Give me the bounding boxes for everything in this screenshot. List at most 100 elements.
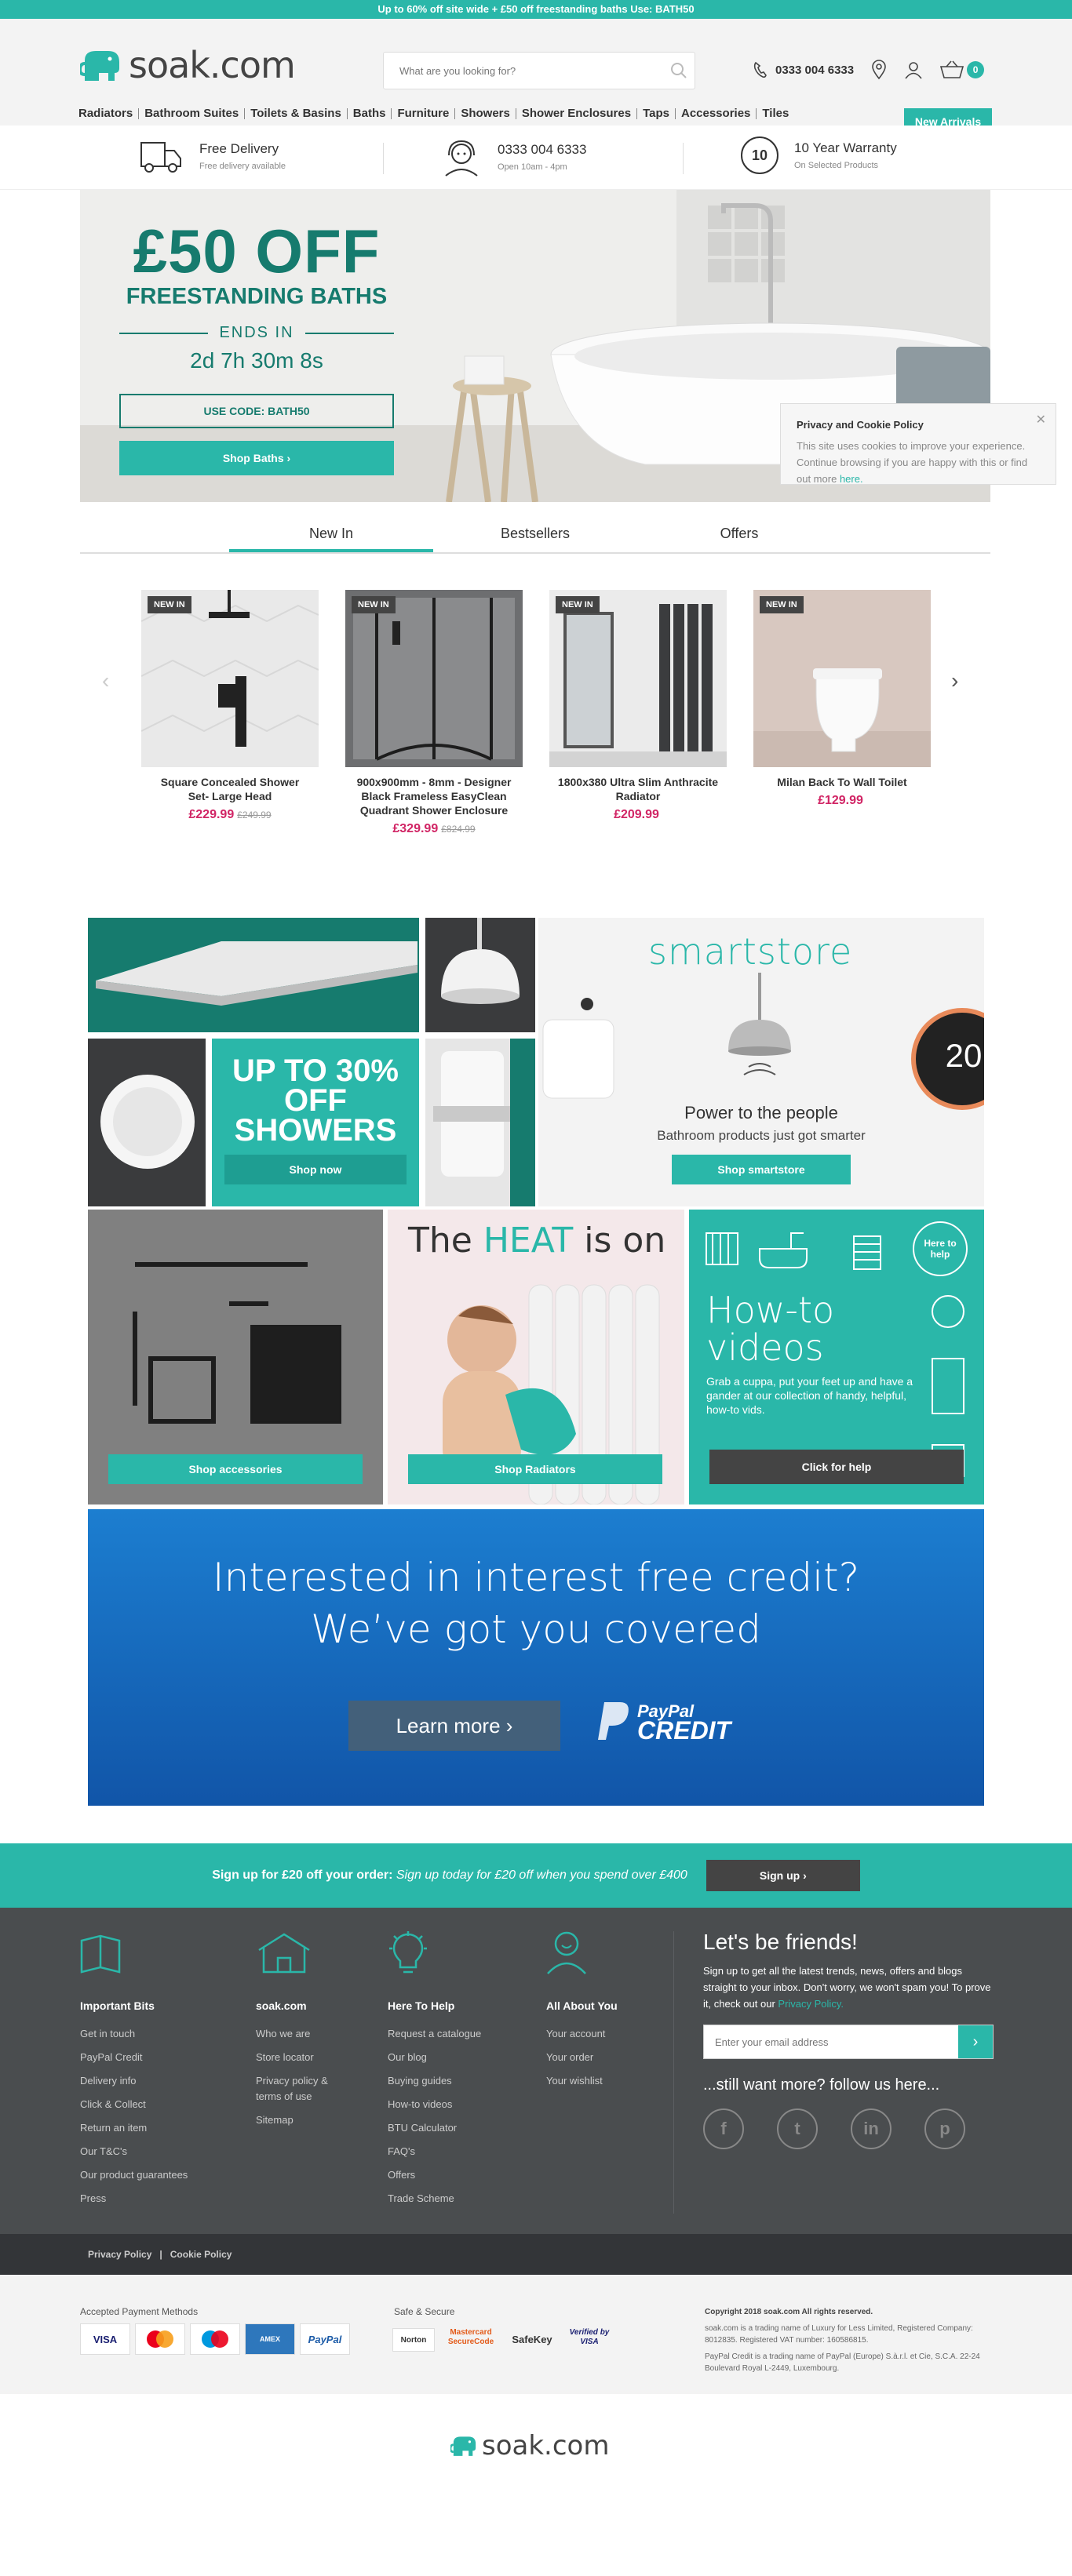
product-image[interactable]: NEW IN — [549, 590, 727, 767]
facebook-icon[interactable]: f — [703, 2108, 744, 2149]
footer-link[interactable]: Our product guarantees — [80, 2163, 188, 2187]
nav-shower-enclosures[interactable]: Shower Enclosures — [516, 107, 638, 119]
site-logo[interactable]: soak.com — [80, 44, 296, 86]
footer-link[interactable]: Get in touch — [80, 2022, 188, 2046]
product-name[interactable]: Milan Back To Wall Toilet — [753, 775, 931, 789]
radiators-promo[interactable]: The HEAT is on Shop Radiators — [388, 1210, 684, 1504]
footer-link[interactable]: Sitemap — [256, 2108, 350, 2132]
promo-topbar[interactable]: Up to 60% off site wide + £50 off freest… — [0, 0, 1072, 19]
instagram-icon[interactable]: in — [851, 2108, 892, 2149]
usp-phone-title: 0333 004 6333 — [498, 142, 587, 157]
showers-promo[interactable]: UP TO 30% OFF SHOWERS Shop now — [88, 918, 535, 1206]
footer-logo[interactable]: soak.com — [450, 2430, 609, 2461]
footer-link[interactable]: Privacy policy & terms of use — [256, 2069, 350, 2108]
footer-link[interactable]: Delivery info — [80, 2069, 188, 2093]
cookie-policy-link[interactable]: Cookie Policy — [170, 2249, 232, 2260]
store-locator-icon[interactable] — [871, 60, 887, 80]
privacy-policy-link[interactable]: Privacy Policy. — [778, 1998, 844, 2010]
footer-link[interactable]: How-to videos — [388, 2093, 481, 2116]
footer-link[interactable]: Store locator — [256, 2046, 350, 2069]
nav-showers[interactable]: Showers — [455, 107, 516, 119]
product-card[interactable]: NEW IN Square Concealed Shower Set- Larg… — [141, 590, 319, 822]
usp-phone[interactable]: 0333 004 6333 Open 10am - 4pm — [441, 136, 586, 177]
footer-link[interactable]: Who we are — [256, 2022, 350, 2046]
smartstore-promo[interactable]: smartstore 20 Power to the people Bathro… — [538, 918, 984, 1206]
nav-accessories[interactable]: Accessories — [676, 107, 757, 119]
product-name[interactable]: Square Concealed Shower Set- Large Head — [141, 775, 319, 803]
carousel-prev-icon[interactable]: ‹ — [102, 668, 109, 693]
nav-taps[interactable]: Taps — [637, 107, 676, 119]
product-carousel: ‹ NEW IN Square Concealed Shower Set- La… — [80, 590, 990, 857]
product-image[interactable]: NEW IN — [345, 590, 523, 767]
account-icon[interactable] — [904, 60, 923, 79]
product-name[interactable]: 900x900mm - 8mm - Designer Black Framele… — [345, 775, 523, 817]
carousel-next-icon[interactable]: › — [951, 668, 958, 693]
nav-tiles[interactable]: Tiles — [757, 107, 794, 119]
here-to-help-badge: Here to help — [924, 1238, 957, 1260]
learn-more-button[interactable]: Learn more › — [348, 1701, 560, 1751]
nav-furniture[interactable]: Furniture — [392, 107, 456, 119]
footer-link[interactable]: Our T&C's — [80, 2140, 188, 2163]
shop-accessories-button[interactable]: Shop accessories — [108, 1454, 363, 1484]
footer-link[interactable]: Return an item — [80, 2116, 188, 2140]
footer-link[interactable]: Press — [80, 2187, 188, 2210]
footer-link[interactable]: Request a catalogue — [388, 2022, 481, 2046]
footer-link[interactable]: Offers — [388, 2163, 481, 2187]
nav-baths[interactable]: Baths — [348, 107, 392, 119]
footer-link[interactable]: Our blog — [388, 2046, 481, 2069]
click-for-help-button[interactable]: Click for help — [709, 1450, 964, 1484]
product-card[interactable]: NEW IN 900x900mm - 8mm - Designer Black … — [345, 590, 523, 836]
accessories-promo[interactable]: Shop accessories — [88, 1210, 383, 1504]
usp-warranty[interactable]: 10 10 Year Warranty On Selected Products — [741, 136, 897, 174]
product-image[interactable]: NEW IN — [753, 590, 931, 767]
copyright-block: Copyright 2018 soak.com All rights reser… — [705, 2306, 987, 2374]
footer-link[interactable]: Buying guides — [388, 2069, 481, 2093]
twitter-icon[interactable]: t — [777, 2108, 818, 2149]
cart-button[interactable]: 0 — [940, 60, 985, 79]
footer-link[interactable]: FAQ's — [388, 2140, 481, 2163]
norton-icon: Norton — [392, 2328, 435, 2352]
product-card[interactable]: NEW IN 1800x380 Ultra Slim Anthracite Ra… — [549, 590, 727, 822]
product-image[interactable]: NEW IN — [141, 590, 319, 767]
footer-link[interactable]: Your wishlist — [546, 2069, 618, 2093]
footer-link[interactable]: Your account — [546, 2022, 618, 2046]
tab-bestsellers[interactable]: Bestsellers — [433, 516, 637, 552]
tab-new-in[interactable]: New In — [229, 516, 433, 552]
product-card[interactable]: NEW IN Milan Back To Wall Toilet £129.99 — [753, 590, 931, 808]
cookie-link[interactable]: here. — [840, 473, 863, 485]
pinterest-icon[interactable]: p — [924, 2108, 965, 2149]
search-icon[interactable] — [663, 55, 695, 86]
footer-link[interactable]: BTU Calculator — [388, 2116, 481, 2140]
usp-delivery[interactable]: Free Delivery Free delivery available — [140, 136, 286, 176]
close-icon[interactable]: ✕ — [1036, 412, 1046, 428]
shop-now-button[interactable]: Shop now — [224, 1155, 407, 1184]
signup-strip: Sign up for £20 off your order: Sign up … — [0, 1843, 1072, 1908]
signup-button[interactable]: Sign up › — [706, 1860, 860, 1891]
footer-link[interactable]: Your order — [546, 2046, 618, 2069]
privacy-policy-link[interactable]: Privacy Policy — [88, 2249, 151, 2260]
how-to-videos-promo[interactable]: Here to help How-to videos Grab a cuppa,… — [689, 1210, 984, 1504]
shop-radiators-button[interactable]: Shop Radiators — [408, 1454, 662, 1484]
nav-radiators[interactable]: Radiators — [78, 107, 140, 119]
footer-link[interactable]: Click & Collect — [80, 2093, 188, 2116]
smartstore-logo: smartstore — [648, 930, 853, 973]
search-input[interactable] — [384, 64, 663, 77]
nav-toilets-basins[interactable]: Toilets & Basins — [245, 107, 348, 119]
usp-bar: Free Delivery Free delivery available 033… — [0, 126, 1072, 190]
shop-smartstore-button[interactable]: Shop smartstore — [672, 1155, 851, 1184]
shop-baths-button[interactable]: Shop Baths › — [119, 441, 394, 475]
maestro-icon — [190, 2323, 240, 2355]
footer-link[interactable]: Trade Scheme — [388, 2187, 481, 2210]
phone-link[interactable]: 0333 004 6333 — [753, 61, 854, 78]
divider — [673, 1931, 674, 2214]
email-field[interactable] — [704, 2025, 958, 2058]
mastercard-securecode-icon: Mastercard SecureCode — [447, 2328, 494, 2346]
submit-arrow-icon[interactable]: › — [958, 2025, 993, 2058]
search-bar[interactable] — [383, 52, 695, 89]
footer-link[interactable]: PayPal Credit — [80, 2046, 188, 2069]
nav-bathroom-suites[interactable]: Bathroom Suites — [139, 107, 246, 119]
product-name[interactable]: 1800x380 Ultra Slim Anthracite Radiator — [549, 775, 727, 803]
paypal-credit-promo[interactable]: Interested in interest free credit? We’v… — [88, 1509, 984, 1806]
product-price-now: £329.99 — [392, 822, 439, 835]
tab-offers[interactable]: Offers — [637, 516, 841, 552]
